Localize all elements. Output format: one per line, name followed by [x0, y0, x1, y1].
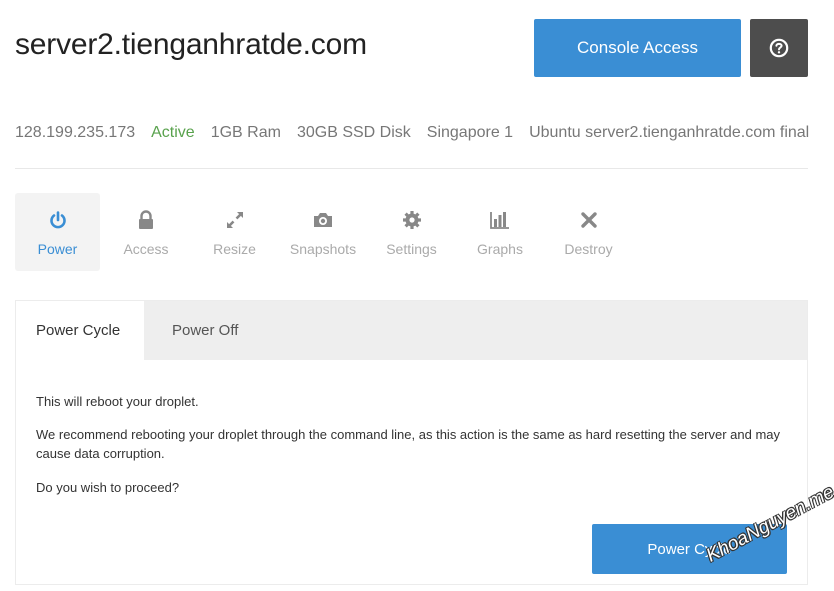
bar-chart-icon [490, 211, 509, 229]
gear-icon [402, 210, 421, 229]
recommendation-text: We recommend rebooting your droplet thro… [36, 427, 781, 461]
nav-item-resize[interactable]: Resize [192, 193, 277, 271]
divider [15, 168, 808, 169]
status-badge: Active [151, 124, 195, 141]
disk-info: 30GB SSD Disk [296, 124, 411, 141]
power-icon [49, 210, 66, 228]
lock-icon [139, 209, 153, 229]
power-panel: Power Cycle Power Off This will reboot y… [15, 300, 808, 585]
nav-item-graphs[interactable]: Graphs [458, 193, 543, 271]
power-tabs: Power Cycle Power Off [16, 301, 807, 360]
droplet-title: server2.tienganhratde.com [15, 28, 367, 61]
nav-item-label: Snapshots [289, 240, 357, 257]
tab-power-cycle[interactable]: Power Cycle [16, 301, 144, 360]
nav-item-label: Power [37, 240, 78, 257]
reboot-message: This will reboot your droplet. [36, 394, 199, 409]
nav-item-snapshots[interactable]: Snapshots [281, 193, 366, 271]
nav-item-power[interactable]: Power [15, 193, 100, 271]
tab-power-off[interactable]: Power Off [144, 301, 266, 360]
nav-item-access[interactable]: Access [104, 193, 189, 271]
nav-item-label: Resize [213, 240, 256, 257]
camera-icon [314, 212, 332, 227]
nav-item-destroy[interactable]: Destroy [546, 193, 631, 271]
droplet-nav: Power Access Resize Snapshots Settings G… [15, 193, 635, 271]
nav-item-label: Access [123, 240, 169, 257]
nav-item-label: Destroy [564, 240, 613, 257]
close-x-icon [580, 211, 597, 228]
question-circle-icon [769, 38, 789, 58]
nav-item-settings[interactable]: Settings [369, 193, 454, 271]
ram-info: 1GB Ram [210, 124, 281, 141]
image-info: Ubuntu server2.tienganhratde.com final [529, 124, 810, 141]
nav-item-label: Graphs [477, 240, 523, 257]
console-access-button[interactable]: Console Access [534, 19, 741, 77]
droplet-meta: 128.199.235.173 Active 1GB Ram 30GB SSD … [15, 124, 814, 142]
ip-address: 128.199.235.173 [15, 124, 136, 141]
confirm-question: Do you wish to proceed? [36, 480, 180, 495]
help-button[interactable] [750, 19, 808, 77]
resize-arrows-icon [226, 211, 243, 228]
region-info: Singapore 1 [426, 124, 514, 141]
nav-item-label: Settings [386, 240, 437, 257]
